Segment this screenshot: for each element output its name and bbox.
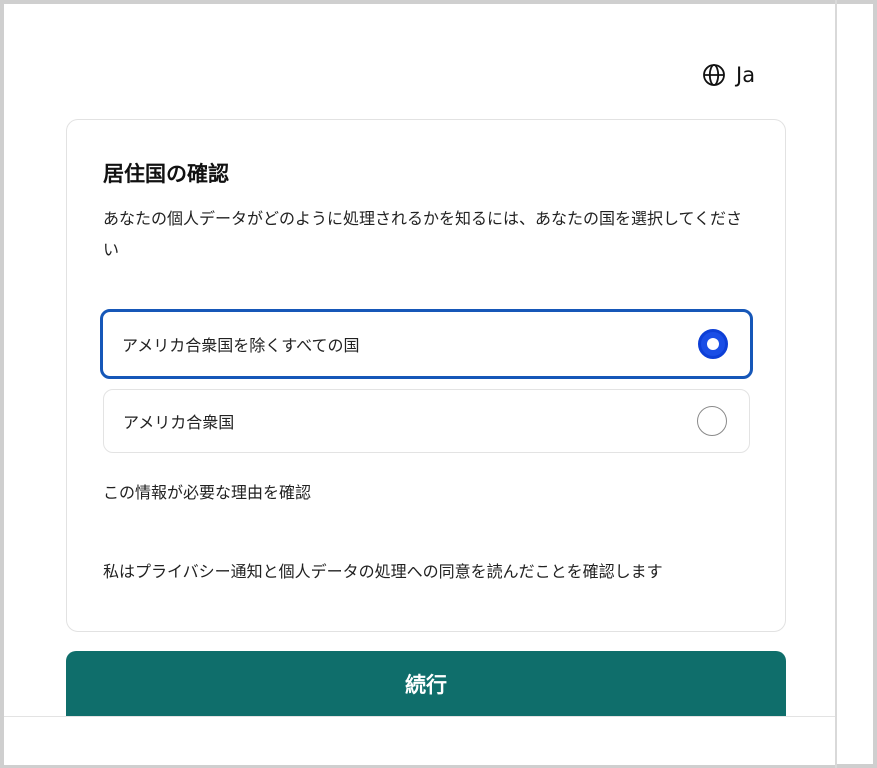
- frame-edge: [835, 0, 837, 768]
- language-label: Ja: [736, 63, 756, 87]
- bottom-area: [4, 716, 835, 765]
- radio-selected-icon[interactable]: [698, 329, 728, 359]
- why-needed-link[interactable]: この情報が必要な理由を確認: [103, 479, 311, 503]
- continue-button[interactable]: 続行: [66, 651, 786, 716]
- card-title: 居住国の確認: [103, 162, 229, 186]
- card-description: あなたの個人データがどのように処理されるかを知るには、あなたの国を選択してくださ…: [103, 209, 743, 259]
- option-label: アメリカ合衆国: [123, 413, 235, 432]
- option-us[interactable]: アメリカ合衆国: [103, 389, 750, 453]
- globe-icon: [702, 63, 726, 87]
- option-all-except-us[interactable]: アメリカ合衆国を除くすべての国: [100, 309, 753, 379]
- language-switcher[interactable]: Ja: [702, 63, 755, 87]
- radio-unselected-icon[interactable]: [697, 406, 727, 436]
- residence-card: 居住国の確認 あなたの個人データがどのように処理されるかを知るには、あなたの国を…: [66, 119, 786, 632]
- consent-text: 私はプライバシー通知と個人データの処理への同意を読んだことを確認します: [103, 562, 663, 581]
- option-label: アメリカ合衆国を除くすべての国: [122, 336, 360, 355]
